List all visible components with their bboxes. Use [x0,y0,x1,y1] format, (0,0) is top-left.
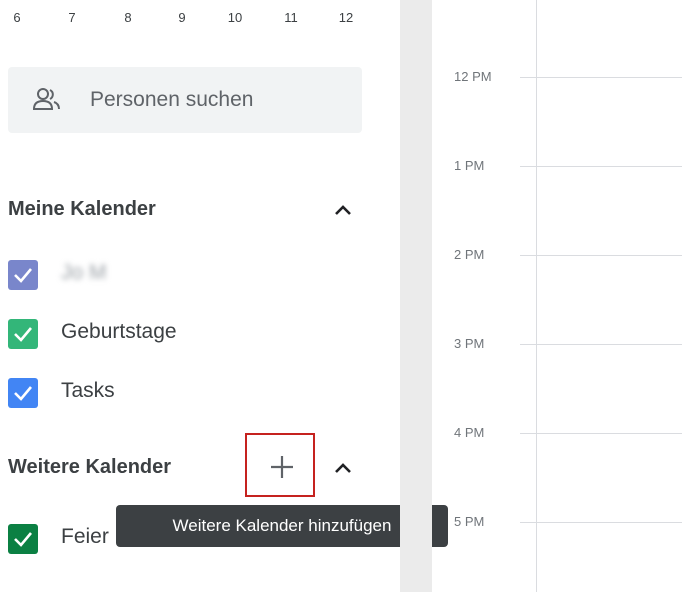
chevron-up-icon[interactable] [331,198,355,222]
my-calendars-heading[interactable]: Meine Kalender [8,198,156,221]
mini-calendar-day[interactable]: 11 [281,10,301,25]
add-calendar-tooltip: Weitere Kalender hinzufügen [116,505,448,547]
hour-label: 4 PM [454,425,485,440]
other-calendars-heading[interactable]: Weitere Kalender [8,456,171,479]
hour-label: 1 PM [454,158,485,173]
hour-label: 12 PM [454,69,492,84]
checkbox-checked-icon[interactable] [8,524,38,554]
hour-gridline [520,166,682,167]
plus-icon [271,456,293,478]
mini-calendar-day[interactable]: 6 [7,10,27,25]
sidebar: 6 7 8 9 10 11 12 Personen suchen Meine K… [0,0,448,592]
calendar-label: Jo M [61,261,107,284]
mini-calendar-day[interactable]: 8 [118,10,138,25]
day-column-border [536,0,537,592]
people-icon [32,85,62,115]
mini-calendar-day[interactable]: 9 [172,10,192,25]
calendar-item[interactable]: Geburtstage [8,316,368,350]
mini-calendar-day[interactable]: 7 [62,10,82,25]
search-people-placeholder: Personen suchen [90,88,254,111]
checkbox-checked-icon[interactable] [8,319,38,349]
calendar-label: Geburtstage [61,320,177,343]
search-people-box[interactable]: Personen suchen [8,67,362,133]
checkbox-checked-icon[interactable] [8,378,38,408]
checkbox-checked-icon[interactable] [8,260,38,290]
hour-label: 3 PM [454,336,485,351]
calendar-item[interactable]: Tasks [8,375,368,409]
hour-gridline [520,344,682,345]
hour-gridline [520,255,682,256]
calendar-item[interactable]: Jo M [8,257,368,291]
calendar-label: Tasks [61,379,115,402]
hour-label: 5 PM [454,514,485,529]
mini-calendar-day[interactable]: 10 [225,10,245,25]
hour-label: 2 PM [454,247,485,262]
sidebar-divider [400,0,432,592]
mini-calendar-day[interactable]: 12 [336,10,356,25]
calendar-label: Feier [61,525,109,548]
day-timeline: 12 PM 1 PM 2 PM 3 PM 4 PM 5 PM [432,0,682,592]
chevron-up-icon[interactable] [331,456,355,480]
hour-gridline [520,77,682,78]
add-calendar-button[interactable] [245,433,315,497]
hour-gridline [520,522,682,523]
hour-gridline [520,433,682,434]
